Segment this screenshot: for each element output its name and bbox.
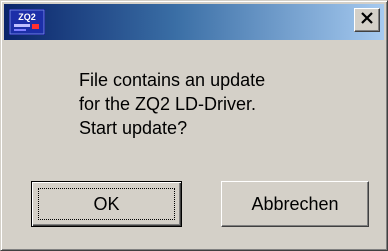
update-dialog: ZQ2 File contains an update for the ZQ2 … bbox=[0, 0, 388, 251]
message-line: Start update? bbox=[79, 118, 188, 138]
app-icon-text: ZQ2 bbox=[18, 12, 36, 22]
message-text: File contains an update for the ZQ2 LD-D… bbox=[79, 68, 379, 140]
ok-button[interactable]: OK bbox=[31, 181, 182, 227]
message-line: for the ZQ2 LD-Driver. bbox=[79, 94, 257, 114]
app-icon: ZQ2 bbox=[9, 9, 45, 35]
close-button[interactable] bbox=[354, 8, 380, 32]
close-icon bbox=[360, 11, 374, 29]
message-line: File contains an update bbox=[79, 70, 266, 90]
cancel-button[interactable]: Abbrechen bbox=[221, 181, 369, 227]
cancel-button-label: Abbrechen bbox=[251, 193, 339, 214]
title-bar[interactable]: ZQ2 bbox=[4, 4, 384, 40]
ok-button-label: OK bbox=[93, 193, 120, 214]
